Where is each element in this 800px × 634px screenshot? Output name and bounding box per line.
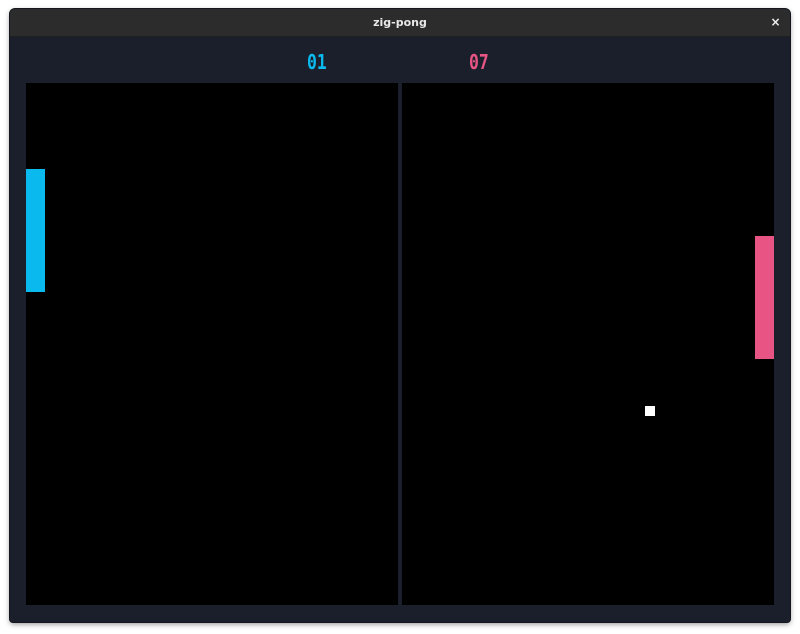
- close-icon[interactable]: ×: [767, 14, 784, 31]
- title-bar[interactable]: zig-pong ×: [10, 9, 790, 37]
- right-court-half: [402, 83, 774, 605]
- right-player-score: 07: [469, 50, 489, 74]
- game-window: zig-pong × 01 07: [10, 9, 790, 622]
- window-title: zig-pong: [373, 16, 427, 29]
- ball: [645, 406, 655, 416]
- right-paddle: [755, 236, 774, 359]
- left-court-half: [26, 83, 398, 605]
- left-player-score: 01: [307, 50, 327, 74]
- left-paddle: [26, 169, 45, 292]
